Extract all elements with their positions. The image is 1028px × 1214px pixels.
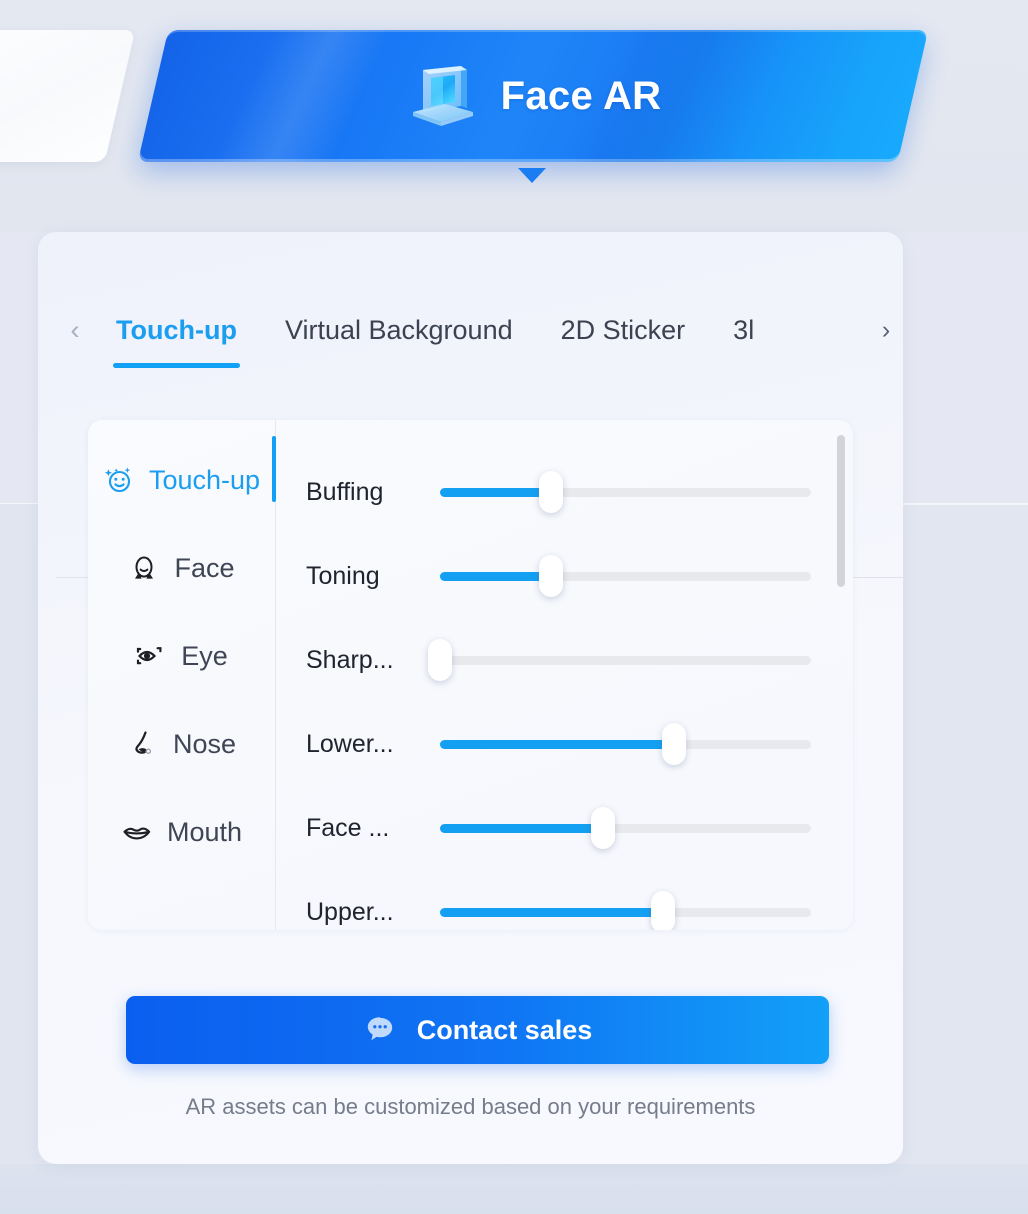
background-left-strip: [0, 504, 38, 1164]
contact-sales-label: Contact sales: [416, 1014, 593, 1045]
slider-track: [440, 655, 811, 665]
slider-row-face: Face ...: [306, 786, 827, 870]
face-icon: [135, 556, 154, 579]
category-tab-inactive-shape: [0, 30, 136, 162]
cta-caption: AR assets can be customized based on you…: [185, 1094, 756, 1119]
slider-face[interactable]: [440, 807, 811, 849]
slider-row-sharpening: Sharp...: [306, 618, 827, 702]
slider-label-toning: Toning: [306, 561, 380, 590]
app-screen: Face AR ‹ Touch-up Virtual Background 2D…: [0, 0, 1028, 1214]
slider-upper[interactable]: [440, 891, 811, 930]
sidebar-item-eye[interactable]: Eye: [88, 612, 275, 700]
slider-thumb[interactable]: [428, 639, 452, 681]
slider-fill: [440, 907, 663, 917]
sidebar-item-face-label: Face: [174, 552, 235, 583]
tab-virtual-background-label: Virtual Background: [284, 314, 513, 345]
sidebar-item-touch-up-label: Touch-up: [148, 464, 261, 495]
tab-touch-up[interactable]: Touch-up: [92, 280, 261, 380]
slider-label-sharpening: Sharp...: [306, 645, 394, 674]
slider-row-upper: Upper...: [306, 870, 827, 930]
background-band-bottom: [0, 1164, 1028, 1214]
active-tab-caret-icon: [518, 168, 546, 183]
sidebar-item-touch-up[interactable]: Touch-up: [88, 436, 276, 524]
scrollbar-thumb[interactable]: [837, 434, 845, 587]
slider-label-buffing: Buffing: [306, 477, 384, 506]
slider-fill: [440, 487, 552, 497]
tabs-scroll-container[interactable]: Touch-up Virtual Background 2D Sticker 3…: [92, 280, 869, 380]
category-tab-title: Face AR: [500, 73, 662, 118]
slider-fill: [440, 571, 552, 581]
feature-tabs: ‹ Touch-up Virtual Background 2D Sticker…: [38, 280, 903, 380]
slider-label-lower: Lower...: [306, 729, 394, 758]
category-tab-bar: Face AR: [0, 0, 1028, 200]
slider-toning[interactable]: [440, 555, 811, 597]
slider-row-toning: Toning: [306, 534, 827, 618]
category-tab-inactive[interactable]: [0, 30, 136, 162]
slider-row-buffing: Buffing: [306, 450, 827, 534]
tab-virtual-background[interactable]: Virtual Background: [261, 280, 537, 380]
touch-up-card: Touch-up Face Eye Nose Mouth Buffing Ton…: [88, 420, 853, 930]
tab-2d-sticker[interactable]: 2D Sticker: [537, 280, 710, 380]
slider-label-face: Face ...: [306, 813, 390, 842]
category-tab-face-ar[interactable]: Face AR: [137, 30, 929, 162]
sidebar-item-eye-label: Eye: [181, 640, 228, 671]
slider-thumb[interactable]: [539, 471, 564, 513]
slider-list-scrollbar[interactable]: [837, 430, 845, 920]
sidebar-item-nose[interactable]: Nose: [88, 700, 275, 788]
slider-thumb[interactable]: [539, 555, 564, 597]
feature-panel: ‹ Touch-up Virtual Background 2D Sticker…: [38, 232, 903, 1164]
slider-buffing[interactable]: [440, 471, 811, 513]
smiley-sparkle-icon: [104, 467, 131, 493]
slider-fill: [440, 739, 674, 749]
slider-sharpening[interactable]: [428, 639, 811, 681]
tab-3d-clipped-label: 3l: [733, 314, 755, 345]
feature-sidebar: Touch-up Face Eye Nose Mouth: [88, 420, 276, 930]
chat-bubble-icon: [367, 1017, 392, 1041]
sidebar-item-face[interactable]: Face: [88, 524, 275, 612]
sidebar-item-nose-label: Nose: [172, 728, 237, 759]
tab-2d-sticker-label: 2D Sticker: [560, 314, 686, 345]
sidebar-item-mouth-label: Mouth: [166, 816, 243, 847]
mouth-icon: [123, 827, 151, 840]
slider-fill: [440, 823, 604, 833]
slider-lower[interactable]: [440, 723, 811, 765]
contact-sales-button[interactable]: Contact sales: [126, 996, 829, 1064]
tab-3d-clipped[interactable]: 3l: [709, 280, 778, 380]
slider-thumb[interactable]: [650, 891, 675, 930]
slider-label-upper: Upper...: [306, 897, 394, 926]
category-tab-content: Face AR: [153, 30, 913, 162]
nose-icon: [135, 731, 152, 754]
slider-row-lower: Lower...: [306, 702, 827, 786]
tabs-next-chevron-icon[interactable]: ›: [869, 317, 903, 343]
ar-screen-icon: [412, 66, 473, 126]
tabs-prev-chevron-icon[interactable]: ‹: [58, 316, 92, 344]
slider-list: Buffing Toning Sharp... Lower... Face ..…: [276, 420, 853, 930]
tab-touch-up-label: Touch-up: [116, 314, 237, 345]
eye-icon: [137, 647, 162, 665]
sidebar-item-mouth[interactable]: Mouth: [88, 788, 275, 876]
slider-thumb[interactable]: [661, 723, 686, 765]
slider-thumb[interactable]: [591, 807, 616, 849]
